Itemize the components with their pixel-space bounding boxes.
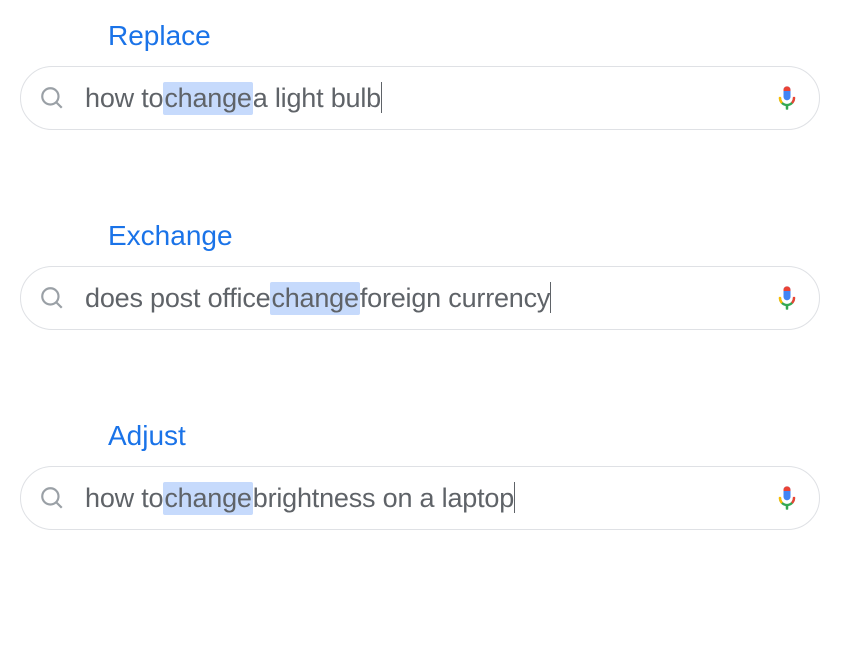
search-icon [39, 85, 65, 111]
example-label: Adjust [108, 420, 822, 452]
search-input[interactable]: does post office change foreign currency [85, 282, 761, 315]
mic-icon[interactable] [773, 84, 801, 112]
mic-icon[interactable] [773, 284, 801, 312]
example-label: Exchange [108, 220, 822, 252]
search-icon [39, 485, 65, 511]
mic-icon[interactable] [773, 484, 801, 512]
query-highlight: change [163, 482, 252, 515]
text-cursor [550, 282, 551, 314]
example-label: Replace [108, 20, 822, 52]
query-highlight: change [163, 82, 252, 115]
example-exchange: Exchange does post office change foreign… [20, 220, 822, 330]
example-replace: Replace how to change a light bulb [20, 20, 822, 130]
search-bar[interactable]: how to change a light bulb [20, 66, 820, 130]
query-before: how to [85, 483, 163, 514]
text-cursor [514, 482, 515, 514]
search-input[interactable]: how to change a light bulb [85, 82, 761, 115]
query-after: foreign currency [360, 283, 550, 314]
search-icon [39, 285, 65, 311]
query-highlight: change [270, 282, 359, 315]
search-input[interactable]: how to change brightness on a laptop [85, 482, 761, 515]
query-after: brightness on a laptop [253, 483, 514, 514]
query-after: a light bulb [253, 83, 381, 114]
query-before: how to [85, 83, 163, 114]
example-adjust: Adjust how to change brightness on a lap… [20, 420, 822, 530]
query-before: does post office [85, 283, 270, 314]
text-cursor [381, 82, 382, 114]
search-bar[interactable]: how to change brightness on a laptop [20, 466, 820, 530]
search-bar[interactable]: does post office change foreign currency [20, 266, 820, 330]
